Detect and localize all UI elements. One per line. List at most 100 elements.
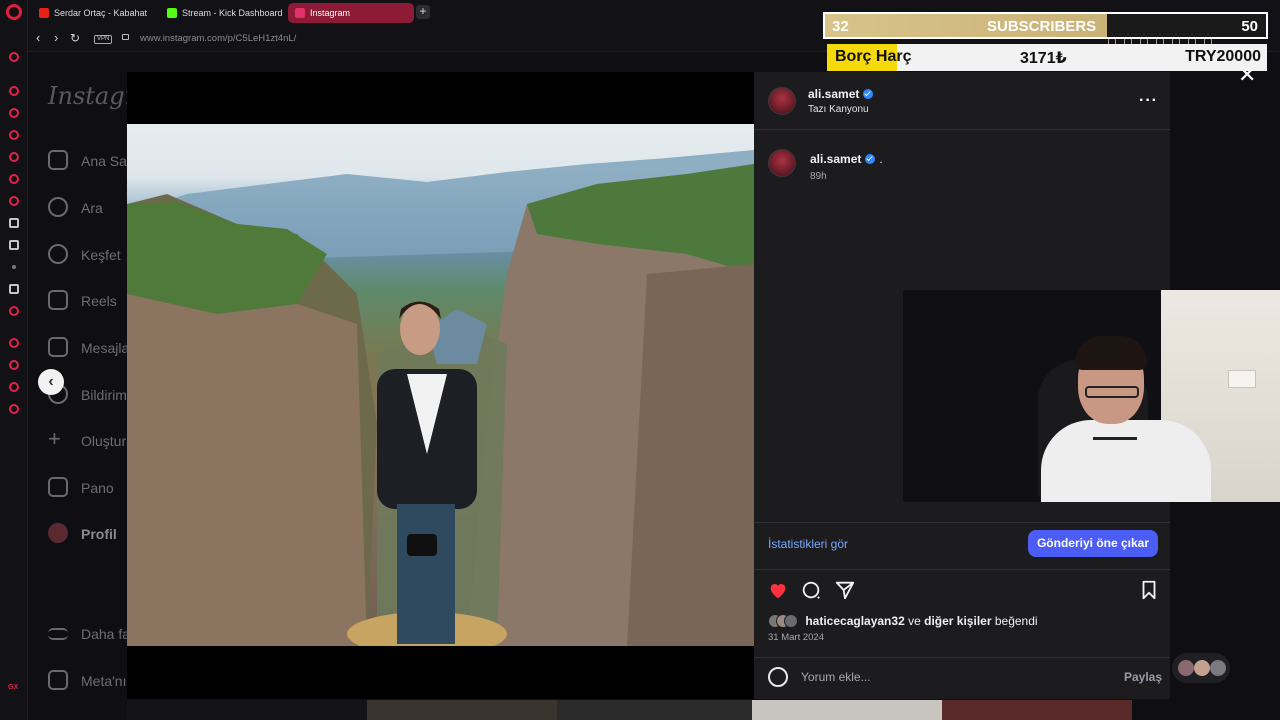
nav-label: Ara [81,200,103,216]
x-twitter-icon[interactable] [9,218,19,228]
tab-youtube[interactable]: Serdar Ortaç - Kabahat [32,3,152,23]
username-text: ali.samet [810,152,862,166]
grid-thumbnail[interactable] [752,700,942,720]
header-divider [754,129,1170,130]
chart-icon [48,477,68,497]
webcam-streamer-hair [1075,336,1147,370]
post-location[interactable]: Tazı Kanyonu [808,104,869,115]
nav-dashboard[interactable]: Pano [48,474,138,504]
nav-more[interactable]: Daha fazla [48,620,148,650]
whatsapp-icon[interactable] [9,130,19,140]
subscriber-goal: 50 [1241,18,1258,35]
nav-reels[interactable]: Reels [48,287,138,317]
subscriber-label: SUBSCRIBERS [987,18,1097,35]
debt-value: 3171₺ [1020,50,1067,67]
nav-label: Reels [81,293,117,309]
grid-thumbnail[interactable] [942,700,1132,720]
nav-label: Profil [81,526,117,542]
home-icon [48,150,68,170]
chat-avatar [1194,660,1210,676]
stats-divider [754,522,1170,523]
messenger-icon[interactable] [9,108,19,118]
tiktok-icon[interactable] [9,196,19,206]
liked-suffix: beğendi [994,614,1038,628]
tab-instagram[interactable]: Instagram [288,3,414,23]
gx-badge-icon: GX [8,684,19,691]
settings-icon[interactable] [9,404,19,414]
webcam-streamer-collar [1093,418,1137,440]
history-icon[interactable] [9,360,19,370]
boost-post-button[interactable]: Gönderiyi öne çıkar [1028,530,1158,557]
vpn-sidebar-icon[interactable] [9,306,19,316]
emoji-icon[interactable] [768,667,788,687]
nav-label: Keşfet [81,247,121,263]
verified-badge-icon [863,89,874,99]
comment-bar: Yorum ekle... Paylaş [754,657,1170,699]
comment-icon[interactable] [800,579,822,601]
meta-icon [48,670,68,690]
view-insights-link[interactable]: İstatistikleri gör [768,537,848,551]
grid-thumbnail[interactable] [127,700,367,720]
webcam-wall-socket [1228,370,1256,388]
workspaces-icon[interactable] [9,284,19,294]
nav-home[interactable]: Ana Sayfa [48,147,146,177]
nav-create[interactable]: + Oluştur [48,427,138,457]
canyon-scene-image [127,150,754,646]
opera-logo-icon[interactable] [6,4,22,20]
youtube-icon [39,8,49,18]
extension-icon[interactable] [9,240,19,250]
author-avatar[interactable] [768,87,796,115]
verified-badge-icon [865,154,876,164]
lock-icon[interactable] [122,34,129,40]
nav-messages[interactable]: Mesajlar [48,334,138,364]
nav-meta[interactable]: Meta'nın [48,667,138,697]
nav-profile[interactable]: Profil [48,520,138,550]
caption-avatar[interactable] [768,149,796,177]
reels-icon [48,290,68,310]
instagram-sidebar-icon[interactable] [9,174,19,184]
nav-label: Pano [81,480,114,496]
plus-icon: + [48,426,61,451]
caption-age: 89h [810,171,827,182]
vpn-badge[interactable]: VPN [94,35,113,44]
liker-username[interactable]: haticecaglayan32 [805,614,904,628]
speed-dial-icon[interactable] [9,52,19,62]
music-player-icon[interactable] [9,86,19,96]
more-options-icon[interactable]: ··· [1139,92,1158,110]
other-likers-link[interactable]: diğer kişiler [924,614,991,628]
tab-kick[interactable]: Stream - Kick Dashboard [160,3,284,23]
webcam-overlay [903,290,1280,502]
separator-dot-icon [12,265,16,269]
chat-avatar [1210,660,1226,676]
instagram-icon [295,8,305,18]
nav-search[interactable]: Ara [48,194,138,224]
reload-icon[interactable]: ↻ [70,31,80,45]
post-photo[interactable] [127,124,754,646]
save-bookmark-icon[interactable] [1138,579,1160,601]
caption-username[interactable]: ali.samet. [810,152,883,166]
caption-text: . [879,152,883,166]
forward-icon[interactable]: › [54,31,58,45]
username-text: ali.samet [808,87,860,101]
subscriber-goal-overlay: 32 SUBSCRIBERS 50 [823,12,1268,39]
downloads-icon[interactable] [9,382,19,392]
url-field[interactable]: www.instagram.com/p/C5LeH1zt4nL/ [140,33,296,44]
grid-thumbnail[interactable] [367,700,557,720]
share-icon[interactable] [834,579,856,601]
pinboard-icon[interactable] [9,338,19,348]
like-heart-icon[interactable] [767,579,789,601]
nav-explore[interactable]: Keşfet [48,241,138,271]
previous-post-button[interactable]: ‹ [38,369,64,395]
search-icon [48,197,68,217]
post-date[interactable]: 31 Mart 2024 [768,632,824,643]
webcam-streamer-glasses [1085,386,1139,398]
chat-avatars-bubble[interactable] [1172,653,1230,683]
back-icon[interactable]: ‹ [36,31,40,45]
comment-input[interactable]: Yorum ekle... [801,670,871,684]
telegram-icon[interactable] [9,152,19,162]
new-tab-button[interactable]: + [416,5,430,19]
post-comment-button[interactable]: Paylaş [1124,670,1162,684]
grid-thumbnail[interactable] [557,700,752,720]
author-username[interactable]: ali.samet [808,87,874,101]
debt-label: Borç Harç [835,48,912,65]
